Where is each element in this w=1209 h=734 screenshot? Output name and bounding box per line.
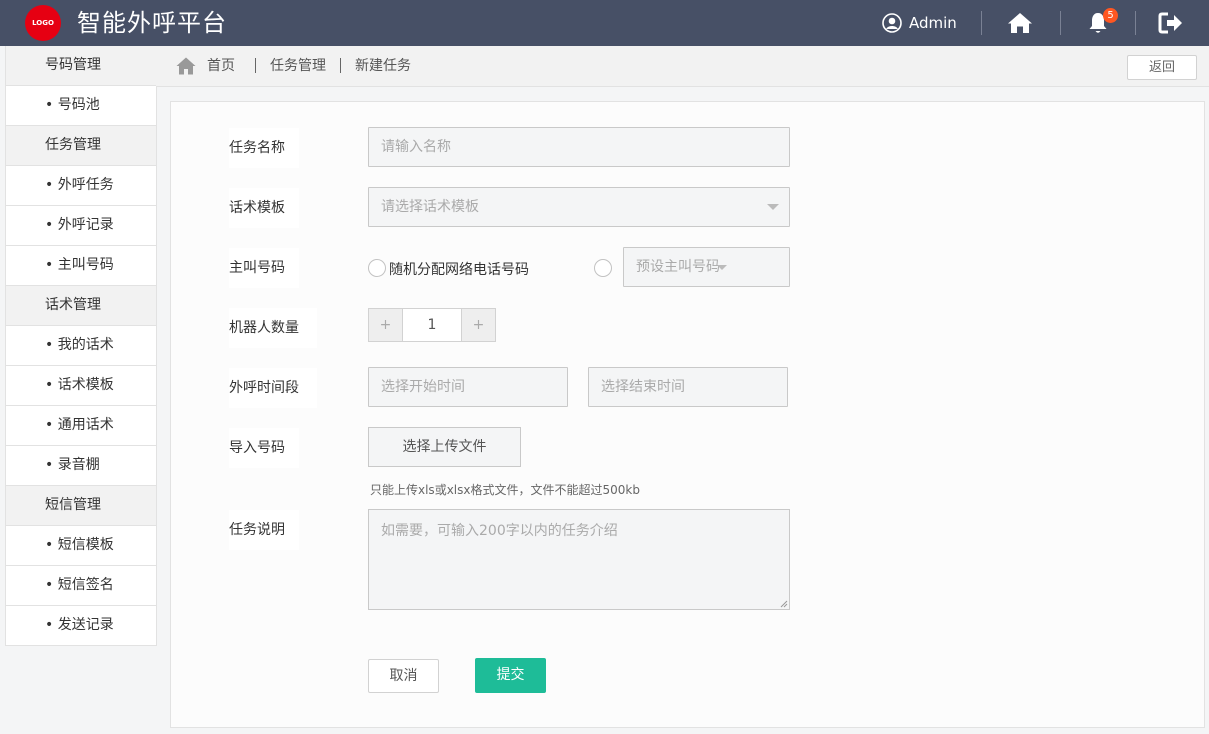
logo: LOGO: [25, 5, 61, 41]
script-template-select[interactable]: 请选择话术模板: [368, 187, 790, 227]
robot-count-label: 机器人数量: [229, 308, 317, 348]
breadcrumb-separator: [255, 58, 256, 73]
user-menu[interactable]: Admin: [882, 11, 957, 35]
caller-number-label: 主叫号码: [229, 248, 299, 288]
script-template-label: 话术模板: [229, 188, 299, 228]
header-divider: [1060, 11, 1061, 35]
logout-button[interactable]: [1158, 10, 1184, 36]
radio-random-number-label[interactable]: 随机分配网络电话号码: [389, 259, 529, 279]
sidebar-item[interactable]: • 短信签名: [6, 566, 156, 606]
app-title: 智能外呼平台: [77, 9, 227, 37]
user-icon: [882, 13, 902, 33]
sidebar-item[interactable]: • 主叫号码: [6, 246, 156, 286]
call-time-label: 外呼时间段: [229, 368, 317, 408]
home-icon: [1008, 13, 1032, 33]
sidebar-item[interactable]: • 录音棚: [6, 446, 156, 486]
radio-preset-number[interactable]: [594, 259, 612, 277]
sidebar-item[interactable]: • 号码池: [6, 86, 156, 126]
preset-number-placeholder: 预设主叫号码: [636, 259, 720, 275]
resize-handle-icon[interactable]: [780, 600, 788, 608]
sidebar-item[interactable]: • 外呼任务: [6, 166, 156, 206]
sidebar-item[interactable]: • 话术模板: [6, 366, 156, 406]
sidebar-item[interactable]: • 外呼记录: [6, 206, 156, 246]
breadcrumb-task-management[interactable]: 任务管理: [270, 57, 326, 75]
breadcrumb-current: 新建任务: [355, 58, 411, 74]
top-bar: LOGO 智能外呼平台 Admin 5: [0, 0, 1209, 46]
home-icon[interactable]: [176, 56, 196, 76]
sidebar-group-title[interactable]: 号码管理: [6, 46, 156, 86]
back-button[interactable]: 返回: [1127, 55, 1197, 80]
breadcrumb-separator: [340, 58, 341, 73]
description-textarea[interactable]: 如需要，可输入200字以内的任务介绍: [368, 509, 790, 610]
sidebar-group-title[interactable]: 短信管理: [6, 486, 156, 526]
logout-icon: [1158, 12, 1182, 34]
end-time-input[interactable]: 选择结束时间: [588, 367, 788, 407]
sidebar-group-title[interactable]: 任务管理: [6, 126, 156, 166]
sidebar-group-title[interactable]: 话术管理: [6, 286, 156, 326]
header-divider: [981, 11, 982, 35]
robot-count-value[interactable]: 1: [403, 308, 461, 342]
notification-badge: 5: [1103, 8, 1118, 23]
sidebar-item[interactable]: • 我的话术: [6, 326, 156, 366]
chevron-down-icon: [717, 265, 727, 270]
home-button[interactable]: [1007, 10, 1033, 36]
cancel-button[interactable]: 取消: [368, 659, 439, 693]
script-template-placeholder: 请选择话术模板: [381, 199, 479, 215]
task-name-label: 任务名称: [229, 128, 299, 168]
description-label: 任务说明: [229, 510, 299, 550]
task-name-input[interactable]: 请输入名称: [368, 127, 790, 167]
robot-count-decrement-button[interactable]: +: [368, 308, 403, 342]
submit-button[interactable]: 提交: [475, 658, 546, 693]
sidebar: 号码管理 • 号码池 任务管理 • 外呼任务 • 外呼记录 • 主叫号码 话术管理 • 我的话…: [5, 46, 157, 646]
breadcrumb-bar: 首页 任务管理 新建任务 返回: [156, 46, 1209, 87]
robot-count-increment-button[interactable]: +: [461, 308, 496, 342]
sidebar-item[interactable]: • 短信模板: [6, 526, 156, 566]
description-placeholder: 如需要，可输入200字以内的任务介绍: [381, 523, 618, 539]
notification-button[interactable]: 5: [1085, 8, 1118, 36]
upload-file-button[interactable]: 选择上传文件: [368, 427, 521, 467]
user-name: Admin: [909, 14, 957, 32]
upload-hint: 只能上传xls或xlsx格式文件，文件不能超过500kb: [370, 483, 640, 497]
header-divider: [1135, 11, 1136, 35]
breadcrumb-home[interactable]: 首页: [207, 57, 235, 75]
start-time-input[interactable]: 选择开始时间: [368, 367, 568, 407]
import-numbers-label: 导入号码: [229, 428, 299, 468]
sidebar-item[interactable]: • 通用话术: [6, 406, 156, 446]
preset-number-select[interactable]: 预设主叫号码: [623, 247, 790, 287]
chevron-down-icon: [767, 204, 779, 210]
radio-random-number[interactable]: [368, 259, 386, 277]
sidebar-item[interactable]: • 发送记录: [6, 606, 156, 646]
